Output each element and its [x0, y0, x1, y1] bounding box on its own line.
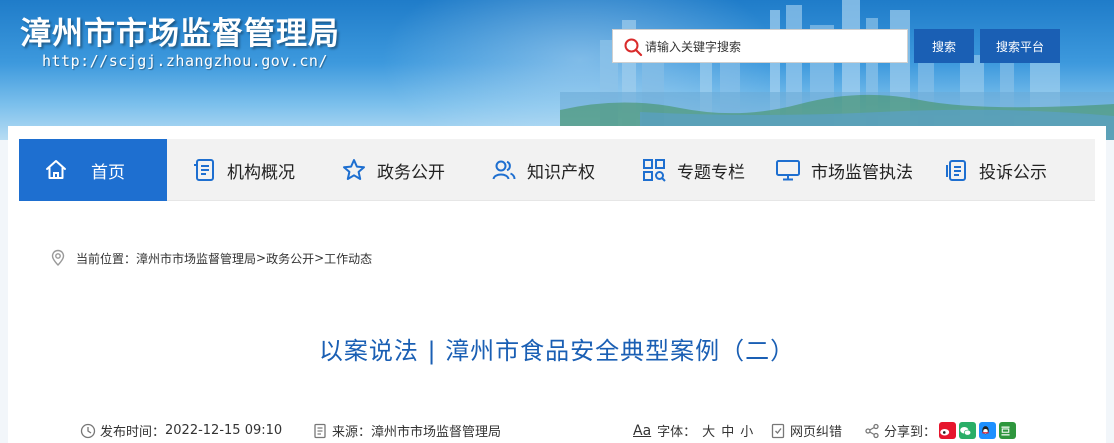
location-pin-icon [51, 249, 65, 266]
share-icon [865, 423, 879, 438]
breadcrumb-link-government-affairs[interactable]: 政务公开 [266, 250, 314, 267]
site-title: 漳州市市场监督管理局 [20, 16, 340, 52]
source-value: 漳州市市场监督管理局 [371, 425, 502, 440]
font-size-label: 字体： [657, 425, 697, 440]
publish-time: 发布时间： 2022-12-15 09:10 [80, 421, 282, 440]
nav-item-label: 政务公开 [377, 162, 445, 183]
font-size-icon: Aa [633, 422, 652, 439]
site-url[interactable]: http://scjgj.zhangzhou.gov.cn/ [42, 52, 328, 70]
copy-document-icon [946, 160, 966, 181]
weibo-share-icon[interactable] [939, 422, 957, 439]
search-input[interactable] [645, 36, 895, 58]
font-size-small-button[interactable]: 小 [740, 421, 753, 440]
nav-item-law-enforcement[interactable]: 市场监管执法 [775, 139, 913, 201]
nav-item-complaints[interactable]: 投诉公示 [943, 139, 1047, 201]
share-bar: 分享到： [864, 421, 1017, 440]
main-nav: 首页 机构概况 政务公开 知识产权 专题专栏 市场监管执法 投诉公示 [19, 139, 1095, 201]
page-correction-icon [771, 423, 785, 438]
nav-item-label: 机构概况 [227, 162, 295, 183]
nav-item-intellectual-property[interactable]: 知识产权 [491, 139, 595, 201]
document-list-icon [194, 159, 214, 181]
qq-share-icon[interactable] [979, 422, 997, 439]
search-platform-button[interactable]: 搜索平台 [980, 29, 1060, 63]
font-size-medium-button[interactable]: 中 [721, 421, 734, 440]
search-button[interactable]: 搜索 [914, 29, 974, 63]
users-icon [492, 160, 516, 180]
publish-time-label: 发布时间： [100, 425, 166, 440]
font-size-control: Aa 字体： 大 中 小 [633, 421, 753, 441]
star-icon [343, 159, 365, 180]
nav-item-government-affairs[interactable]: 政务公开 [341, 139, 445, 201]
breadcrumb: 当前位置： 漳州市市场监督管理局 > 政务公开 > 工作动态 [50, 248, 372, 268]
douban-share-icon[interactable] [999, 422, 1017, 439]
error-correction-link[interactable]: 网页纠错 [770, 421, 842, 440]
nav-item-label: 专题专栏 [677, 162, 745, 183]
breadcrumb-separator: > [256, 251, 267, 265]
source-label: 来源： [332, 425, 372, 440]
home-icon [46, 160, 66, 179]
breadcrumb-prefix: 当前位置： [76, 251, 137, 266]
breadcrumb-link-home[interactable]: 漳州市市场监督管理局 [136, 250, 256, 267]
nav-item-special-topics[interactable]: 专题专栏 [641, 139, 745, 201]
article-title: 以案说法 | 漳州市食品安全典型案例（二） [318, 337, 796, 365]
source: 来源： 漳州市市场监督管理局 [312, 421, 501, 440]
nav-item-organization[interactable]: 机构概况 [191, 139, 295, 201]
wechat-share-icon[interactable] [959, 422, 977, 439]
font-size-large-button[interactable]: 大 [702, 421, 715, 440]
article-meta: 发布时间： 2022-12-15 09:10 来源： 漳州市市场监督管理局 Aa… [80, 421, 1114, 441]
search-box [612, 29, 908, 63]
header-banner: 漳州市市场监督管理局 http://scjgj.zhangzhou.gov.cn… [0, 0, 1114, 140]
source-document-icon [314, 423, 326, 438]
nav-item-home[interactable]: 首页 [19, 139, 167, 201]
error-correction-label: 网页纠错 [790, 425, 843, 440]
share-label: 分享到： [884, 425, 937, 440]
city-skyline-image [560, 0, 1114, 140]
publish-time-value: 2022-12-15 09:10 [165, 423, 283, 438]
nav-item-label: 首页 [91, 162, 125, 183]
nav-item-label: 知识产权 [527, 162, 595, 183]
breadcrumb-separator: > [314, 251, 325, 265]
nav-item-label: 市场监管执法 [811, 162, 913, 183]
search-icon [624, 38, 643, 57]
monitor-icon [776, 160, 800, 181]
breadcrumb-link-work-news[interactable]: 工作动态 [324, 250, 372, 267]
clock-icon [80, 423, 96, 438]
nav-item-label: 投诉公示 [979, 162, 1047, 183]
grid-search-icon [643, 159, 666, 182]
